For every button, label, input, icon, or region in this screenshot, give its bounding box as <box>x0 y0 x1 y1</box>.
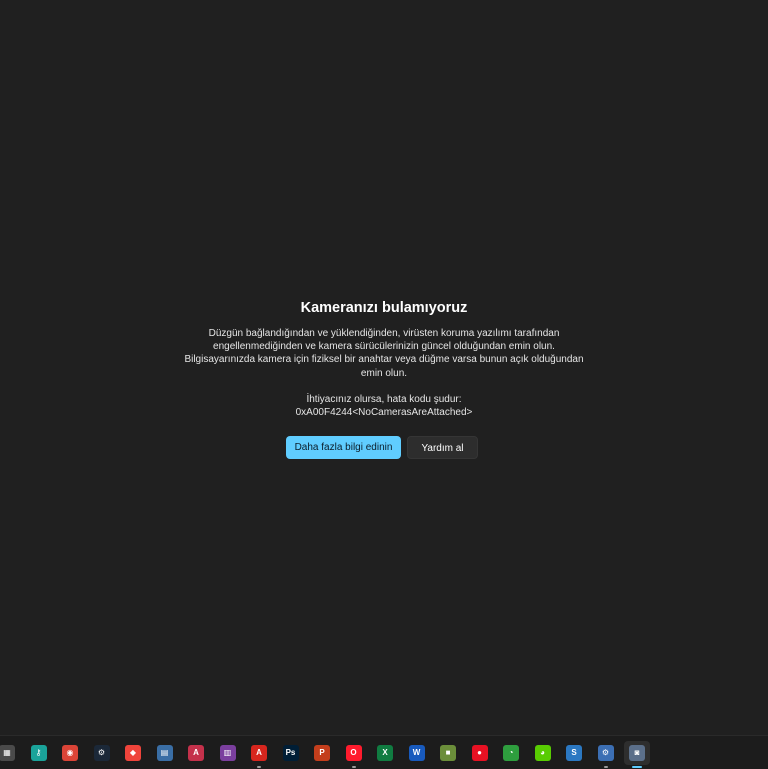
taskbar-app-anydesk[interactable]: ◆ <box>120 741 146 765</box>
taskbar-app-opera[interactable]: O <box>341 741 367 768</box>
taskbar-app-winrar[interactable]: ▥ <box>215 741 241 765</box>
powerpoint-icon: P <box>314 745 330 761</box>
key-app-icon: ⚷ <box>30 745 47 761</box>
taskbar-app-key-app[interactable]: ⚷ <box>26 741 52 765</box>
settings-icon: ⚙ <box>597 745 614 761</box>
taskbar: ▦ ⚷ ◉ ⚙ ◆ ▤ A ▥ A Ps P O X W ■ ● ◔ ◕ S ⚙ ◙ <box>0 735 768 769</box>
taskbar-app-camera[interactable]: ◙ <box>624 741 650 768</box>
access-icon: A <box>188 745 204 761</box>
word-icon: W <box>408 745 425 761</box>
taskbar-app-s-app[interactable]: S <box>561 741 587 765</box>
get-help-button[interactable]: Yardım al <box>407 436 478 459</box>
opera-icon: O <box>345 745 362 761</box>
taskbar-app-acrobat[interactable]: A <box>246 741 272 768</box>
taskbar-app-photoshop[interactable]: Ps <box>278 741 304 765</box>
taskbar-app-chrome[interactable]: ◉ <box>57 741 83 765</box>
error-code-label: İhtiyacınız olursa, hata kodu şudur: <box>306 394 462 405</box>
excel-icon: X <box>377 745 393 761</box>
taskbar-app-powerpoint[interactable]: P <box>309 741 335 765</box>
taskbar-app-steam[interactable]: ⚙ <box>89 741 115 765</box>
screen-app-icon: ▤ <box>156 745 173 761</box>
steam-icon: ⚙ <box>93 745 110 761</box>
taskbar-app-green-app[interactable]: ◔ <box>498 741 524 765</box>
camera-icon: ◙ <box>629 745 645 761</box>
winrar-icon: ▥ <box>219 745 236 761</box>
taskbar-app-excel[interactable]: X <box>372 741 398 765</box>
error-code: 0xA00F4244<NoCamerasAreAttached> <box>295 407 473 418</box>
anydesk-icon: ◆ <box>125 745 141 761</box>
taskbar-app-settings[interactable]: ⚙ <box>593 741 619 768</box>
taskbar-app-word[interactable]: W <box>404 741 430 765</box>
learn-more-button[interactable]: Daha fazla bilgi edinin <box>286 436 401 459</box>
taskbar-app-screen-app[interactable]: ▤ <box>152 741 178 765</box>
acrobat-icon: A <box>251 745 267 761</box>
duolingo-icon: ◕ <box>534 745 551 761</box>
taskbar-app-duolingo[interactable]: ◕ <box>530 741 556 765</box>
photoshop-icon: Ps <box>282 745 299 761</box>
s-app-icon: S <box>566 745 582 761</box>
green-app-icon: ◔ <box>503 745 519 761</box>
taskbar-app-record[interactable]: ● <box>467 741 493 765</box>
error-description: Düzgün bağlandığından ve yüklendiğinden,… <box>184 328 584 379</box>
taskbar-app-access[interactable]: A <box>183 741 209 765</box>
error-title: Kameranızı bulamıyoruz <box>300 300 468 316</box>
taskbar-app-calculator[interactable]: ▦ <box>0 741 20 765</box>
chrome-icon: ◉ <box>62 745 78 761</box>
taskbar-app-minecraft[interactable]: ■ <box>435 741 461 765</box>
record-icon: ● <box>471 745 488 761</box>
minecraft-icon: ■ <box>440 745 456 761</box>
calculator-icon: ▦ <box>0 745 15 761</box>
